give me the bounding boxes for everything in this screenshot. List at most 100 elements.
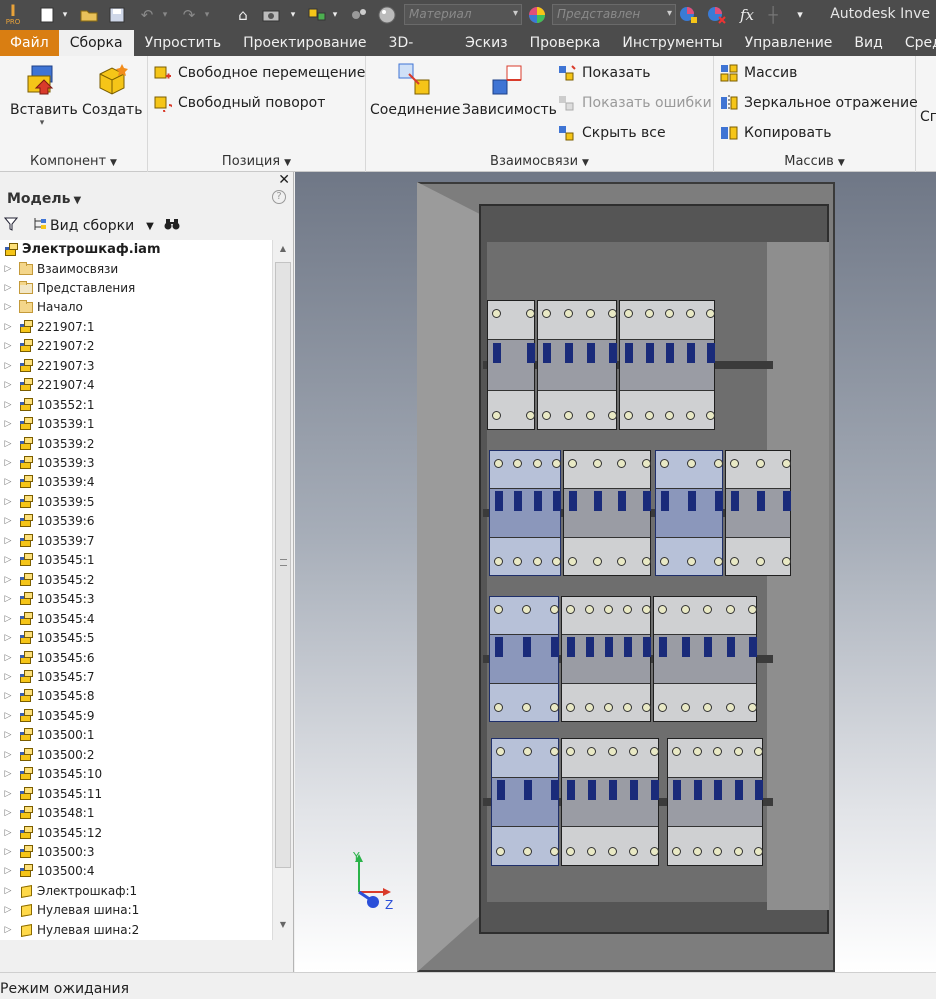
expand-arrow-icon[interactable]: ▷ xyxy=(3,925,13,935)
tree-item[interactable]: ▷ 221907:2 xyxy=(0,337,95,356)
help-icon[interactable]: ? xyxy=(272,190,286,204)
expand-arrow-icon[interactable]: ▷ xyxy=(3,614,13,624)
tree-item[interactable]: ▷ 103539:7 xyxy=(0,531,95,550)
expand-arrow-icon[interactable]: ▷ xyxy=(3,633,13,643)
tab-inspect[interactable]: Проверка xyxy=(519,30,612,56)
appearance-wheel-icon[interactable] xyxy=(526,4,548,25)
show-errors-button[interactable]: Показать ошибки xyxy=(558,92,712,114)
hide-all-button[interactable]: Скрыть все xyxy=(558,122,666,144)
select-priority-icon[interactable] xyxy=(306,4,328,25)
show-relationships-button[interactable]: Показать xyxy=(558,62,651,84)
expand-arrow-icon[interactable]: ▷ xyxy=(3,769,13,779)
adjust-appearance-icon[interactable] xyxy=(678,4,700,25)
expand-arrow-icon[interactable]: ▷ xyxy=(3,341,13,351)
insert-button[interactable]: Вставить ▾ xyxy=(10,62,78,128)
redo-dropdown-icon[interactable]: ▾ xyxy=(202,4,212,25)
tree-item[interactable]: ▷ 103539:4 xyxy=(0,473,95,492)
camera-icon[interactable] xyxy=(260,4,282,25)
home-icon[interactable]: ⌂ xyxy=(232,4,254,25)
tree-item[interactable]: ▷ 103545:1 xyxy=(0,551,95,570)
tree-item[interactable]: ▷ 221907:3 xyxy=(0,356,95,375)
tree-root[interactable]: Электрошкаф.iam xyxy=(0,240,161,259)
tree-item[interactable]: ▷ Представления xyxy=(0,278,135,297)
circuit-breaker[interactable] xyxy=(655,450,723,576)
appearance-dropdown[interactable]: Представлен ▾ xyxy=(552,4,676,25)
tree-item[interactable]: ▷ 103545:8 xyxy=(0,687,95,706)
tree-item[interactable]: ▷ 103545:5 xyxy=(0,629,95,648)
material-dropdown[interactable]: Материал ▾ xyxy=(404,4,522,25)
expand-arrow-icon[interactable]: ▷ xyxy=(3,400,13,410)
tree-item[interactable]: ▷ 103539:5 xyxy=(0,492,95,511)
expand-arrow-icon[interactable]: ▷ xyxy=(3,536,13,546)
tree-item[interactable]: ▷ 103545:9 xyxy=(0,706,95,725)
expand-arrow-icon[interactable]: ▷ xyxy=(3,555,13,565)
expand-arrow-icon[interactable]: ▷ xyxy=(3,283,13,293)
expand-arrow-icon[interactable]: ▷ xyxy=(3,905,13,915)
circuit-breaker[interactable] xyxy=(667,738,763,866)
undo-icon[interactable]: ↶ xyxy=(136,4,158,25)
close-icon[interactable]: ✕ xyxy=(278,172,290,188)
inventor-logo[interactable]: I PRO xyxy=(2,2,24,26)
redo-icon[interactable]: ↷ xyxy=(178,4,200,25)
tree-item[interactable]: ▷ 103545:6 xyxy=(0,648,95,667)
filter-icon[interactable] xyxy=(3,217,20,235)
ribbon-overflow-button[interactable]: Сп xyxy=(920,106,936,128)
tree-item[interactable]: ▷ 103545:11 xyxy=(0,784,102,803)
expand-arrow-icon[interactable]: ▷ xyxy=(3,458,13,468)
tree-item[interactable]: ▷ 103545:2 xyxy=(0,570,95,589)
free-rotate-button[interactable]: Свободный поворот xyxy=(154,92,325,116)
tree-item[interactable]: ▷ 103539:1 xyxy=(0,415,95,434)
tree-item[interactable]: ▷ 103500:1 xyxy=(0,726,95,745)
circuit-breaker[interactable] xyxy=(561,738,659,866)
tab-3d-model[interactable]: 3D-модель xyxy=(378,30,455,77)
undo-dropdown-icon[interactable]: ▾ xyxy=(160,4,170,25)
expand-arrow-icon[interactable]: ▷ xyxy=(3,866,13,876)
circuit-breaker[interactable] xyxy=(491,738,559,866)
expand-arrow-icon[interactable]: ▷ xyxy=(3,419,13,429)
color-override-icon[interactable] xyxy=(348,4,370,25)
circuit-breaker[interactable] xyxy=(537,300,617,430)
view-dropdown-icon[interactable]: ▼ xyxy=(146,221,154,232)
expand-arrow-icon[interactable]: ▷ xyxy=(3,691,13,701)
constrain-button[interactable]: Зависимость xyxy=(462,62,557,118)
new-dropdown-icon[interactable]: ▾ xyxy=(60,4,70,25)
copy-button[interactable]: Копировать xyxy=(720,122,831,144)
tab-environments[interactable]: Среды xyxy=(894,30,936,56)
tree-item[interactable]: ▷ 103500:4 xyxy=(0,862,95,881)
tree-item[interactable]: ▷ Начало xyxy=(0,298,83,317)
electrical-cabinet-model[interactable] xyxy=(417,182,835,972)
tab-sketch[interactable]: Эскиз xyxy=(454,30,518,56)
tree-item[interactable]: ▷ 103545:3 xyxy=(0,590,95,609)
expand-arrow-icon[interactable]: ▷ xyxy=(3,847,13,857)
clear-appearance-icon[interactable] xyxy=(706,4,728,25)
tree-item[interactable]: ▷ 103545:12 xyxy=(0,823,102,842)
tree-item[interactable]: ▷ Нулевая шина:2 xyxy=(0,920,140,939)
scroll-up-icon[interactable]: ▲ xyxy=(273,244,293,253)
expand-arrow-icon[interactable]: ▷ xyxy=(3,477,13,487)
save-icon[interactable] xyxy=(106,4,128,25)
scroll-down-icon[interactable]: ▼ xyxy=(273,920,293,929)
tab-tools[interactable]: Инструменты xyxy=(611,30,733,56)
tree-item[interactable]: ▷ 103500:3 xyxy=(0,843,95,862)
expand-arrow-icon[interactable]: ▷ xyxy=(3,322,13,332)
circuit-breaker[interactable] xyxy=(619,300,715,430)
expand-arrow-icon[interactable]: ▷ xyxy=(3,672,13,682)
tab-assemble[interactable]: Сборка xyxy=(58,30,134,56)
tab-view[interactable]: Вид xyxy=(843,30,893,56)
tree-item[interactable]: ▷ 221907:4 xyxy=(0,376,95,395)
tab-file[interactable]: Файл xyxy=(0,30,59,56)
tree-item[interactable]: ▷ 103539:3 xyxy=(0,454,95,473)
tree-item[interactable]: ▷ 221907:1 xyxy=(0,317,95,336)
expand-arrow-icon[interactable]: ▷ xyxy=(3,497,13,507)
tree-item[interactable]: ▷ 103548:1 xyxy=(0,804,95,823)
create-button[interactable]: Создать xyxy=(82,62,142,118)
expand-arrow-icon[interactable]: ▷ xyxy=(3,750,13,760)
circuit-breaker[interactable] xyxy=(653,596,757,722)
tree-item[interactable]: ▷ 103545:10 xyxy=(0,765,102,784)
expand-arrow-icon[interactable]: ▷ xyxy=(3,653,13,663)
joint-button[interactable]: Соединение xyxy=(370,62,460,118)
appearance-ball-icon[interactable] xyxy=(376,4,398,25)
binoculars-icon[interactable] xyxy=(164,218,180,234)
circuit-breaker[interactable] xyxy=(563,450,651,576)
circuit-breaker[interactable] xyxy=(725,450,791,576)
